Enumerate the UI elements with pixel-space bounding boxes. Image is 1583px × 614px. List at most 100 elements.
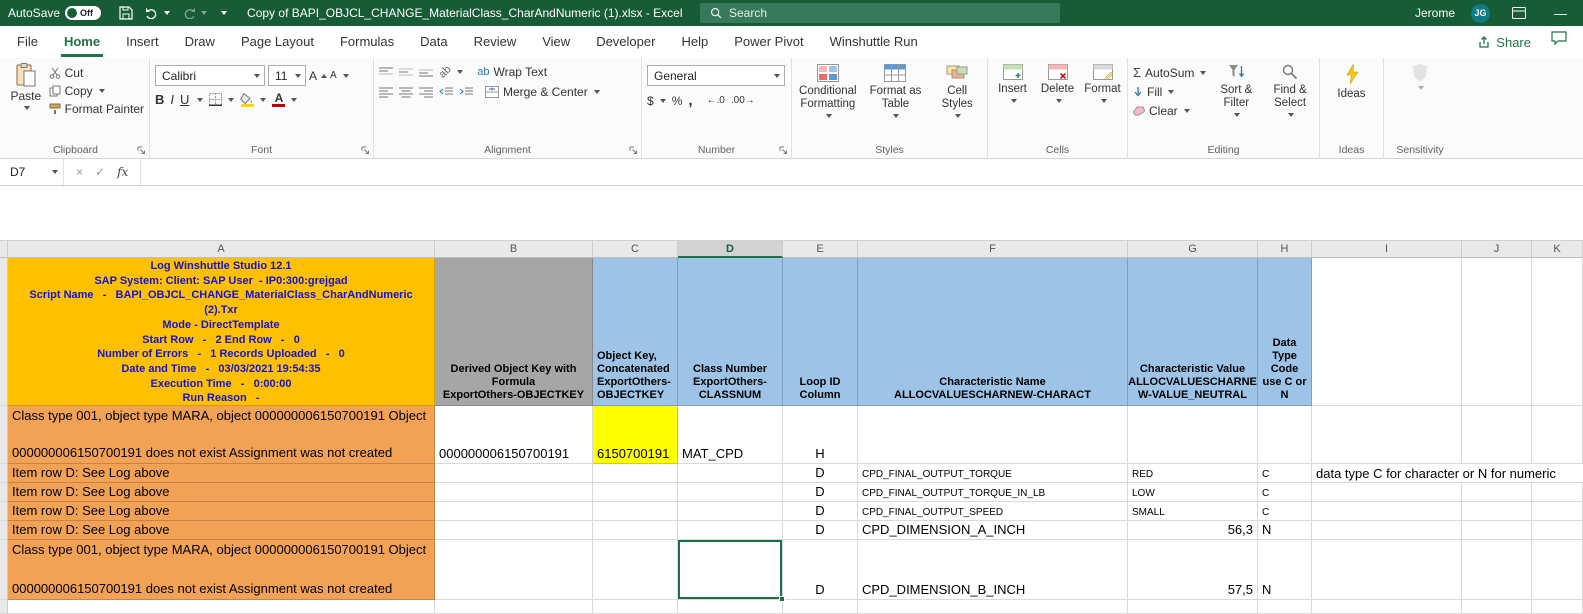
cell-H6[interactable]: N — [1258, 521, 1312, 540]
cell-I8[interactable] — [1312, 600, 1462, 614]
column-header-k[interactable]: K — [1532, 241, 1583, 258]
tab-page-layout[interactable]: Page Layout — [228, 27, 327, 57]
cell-I1[interactable] — [1312, 258, 1462, 406]
name-box[interactable]: D7 — [0, 159, 64, 185]
cell-H3[interactable]: C — [1258, 464, 1312, 483]
column-header-c[interactable]: C — [593, 241, 678, 258]
cell-B4[interactable] — [435, 483, 593, 502]
cell-A3[interactable]: Item row D: See Log above — [8, 464, 435, 483]
tab-help[interactable]: Help — [668, 27, 721, 57]
cell-J4[interactable] — [1462, 483, 1532, 502]
cell-A7-log-message[interactable]: Class type 001, object type MARA, object… — [8, 540, 435, 600]
merge-center-button[interactable]: Merge & Center — [485, 85, 600, 99]
cell-C8[interactable] — [593, 600, 678, 614]
cell-G2[interactable] — [1128, 406, 1258, 464]
cell-H4[interactable]: C — [1258, 483, 1312, 502]
cell-I2[interactable] — [1312, 406, 1462, 464]
cell-I7[interactable] — [1312, 540, 1462, 600]
fill-handle[interactable] — [779, 596, 785, 602]
cell-K7[interactable] — [1532, 540, 1583, 600]
cell-D2[interactable]: MAT_CPD — [678, 406, 783, 464]
cell-J5[interactable] — [1462, 502, 1532, 521]
search-box[interactable] — [700, 3, 1060, 23]
row-header-strip[interactable] — [0, 258, 8, 406]
cell-A6[interactable]: Item row D: See Log above — [8, 521, 435, 540]
underline-button[interactable]: U — [180, 92, 189, 107]
cell-E5[interactable]: D — [783, 502, 858, 521]
cell-C2-highlighted[interactable]: 6150700191 — [593, 406, 678, 464]
cell-B7[interactable] — [435, 540, 593, 600]
cell-E8[interactable] — [783, 600, 858, 614]
cell-B1-header[interactable]: Derived Object Key with Formula ExportOt… — [435, 258, 593, 406]
cell-J7[interactable] — [1462, 540, 1532, 600]
delete-cells-button[interactable]: Delete — [1038, 64, 1077, 103]
cancel-button[interactable]: × — [76, 165, 83, 179]
font-color-button[interactable]: A — [272, 93, 297, 107]
cell-A5[interactable]: Item row D: See Log above — [8, 502, 435, 521]
customize-qat-button[interactable] — [213, 9, 233, 17]
find-select-button[interactable]: Find & Select — [1266, 63, 1314, 118]
column-header-a[interactable]: A — [8, 241, 435, 258]
cell-F3[interactable]: CPD_FINAL_OUTPUT_TORQUE — [858, 464, 1128, 483]
cell-H5[interactable]: C — [1258, 502, 1312, 521]
autosave-switch[interactable]: Off — [65, 6, 101, 20]
cell-F4[interactable]: CPD_FINAL_OUTPUT_TORQUE_IN_LB — [858, 483, 1128, 502]
tab-home[interactable]: Home — [51, 27, 113, 57]
fill-button[interactable]: Fill — [1133, 85, 1206, 99]
sort-filter-button[interactable]: Sort & Filter — [1212, 63, 1260, 118]
tab-file[interactable]: File — [4, 27, 51, 57]
cell-G6[interactable]: 56,3 — [1128, 521, 1258, 540]
row-header-strip[interactable] — [0, 540, 8, 600]
format-as-table-button[interactable]: Format as Table — [865, 64, 927, 118]
bold-button[interactable]: B — [155, 92, 164, 107]
align-right-icon[interactable] — [419, 86, 433, 98]
format-painter-button[interactable]: Format Painter — [49, 102, 144, 116]
align-left-icon[interactable] — [379, 86, 393, 98]
number-dialog-launcher-icon[interactable] — [779, 146, 788, 155]
fill-color-button[interactable] — [240, 93, 266, 107]
cell-A4[interactable]: Item row D: See Log above — [8, 483, 435, 502]
row-header-strip[interactable] — [0, 483, 8, 502]
font-name-combo[interactable]: Calibri — [155, 65, 265, 86]
grow-font-button[interactable]: A — [309, 69, 327, 83]
cell-A1-log-header[interactable]: Log Winshuttle Studio 12.1 SAP System: C… — [8, 258, 435, 406]
cell-G1-header[interactable]: Characteristic Value ALLOCVALUESCHARNE W… — [1128, 258, 1258, 406]
undo-button[interactable] — [139, 5, 176, 21]
paste-button[interactable]: Paste — [7, 63, 45, 116]
cell-H7[interactable]: N — [1258, 540, 1312, 600]
cell-J1[interactable] — [1462, 258, 1532, 406]
tab-review[interactable]: Review — [461, 27, 530, 57]
cell-I5[interactable] — [1312, 502, 1462, 521]
cell-F5[interactable]: CPD_FINAL_OUTPUT_SPEED — [858, 502, 1128, 521]
cell-F8[interactable] — [858, 600, 1128, 614]
cell-B5[interactable] — [435, 502, 593, 521]
copy-button[interactable]: Copy — [49, 84, 144, 98]
cell-E2[interactable]: H — [783, 406, 858, 464]
cell-F6[interactable]: CPD_DIMENSION_A_INCH — [858, 521, 1128, 540]
cell-E4[interactable]: D — [783, 483, 858, 502]
column-header-b[interactable]: B — [435, 241, 593, 258]
cell-H1-header[interactable]: Data Type Code use C or N — [1258, 258, 1312, 406]
increase-decimal-button[interactable]: ←.0 — [707, 95, 725, 106]
borders-button[interactable] — [209, 93, 234, 106]
row-header-strip[interactable] — [0, 502, 8, 521]
cell-J6[interactable] — [1462, 521, 1532, 540]
tab-formulas[interactable]: Formulas — [327, 27, 407, 57]
sensitivity-button[interactable] — [1389, 63, 1451, 90]
cell-F2[interactable] — [858, 406, 1128, 464]
cell-D7-selected[interactable] — [678, 540, 783, 600]
italic-button[interactable]: I — [170, 92, 174, 107]
cell-K1[interactable] — [1532, 258, 1583, 406]
autosum-button[interactable]: Σ AutoSum — [1133, 65, 1206, 80]
format-cells-button[interactable]: Format — [1083, 64, 1122, 103]
cell-D5[interactable] — [678, 502, 783, 521]
font-dialog-launcher-icon[interactable] — [361, 146, 370, 155]
column-header-j[interactable]: J — [1462, 241, 1532, 258]
cell-F1-header[interactable]: Characteristic Name ALLOCVALUESCHARNEW-C… — [858, 258, 1128, 406]
cell-A2-log-message[interactable]: Class type 001, object type MARA, object… — [8, 406, 435, 464]
save-button[interactable] — [113, 4, 139, 22]
cell-H2[interactable] — [1258, 406, 1312, 464]
column-header-d[interactable]: D — [678, 241, 783, 258]
tab-winshuttle-run[interactable]: Winshuttle Run — [817, 27, 931, 57]
cell-C1-header[interactable]: Object Key, Concatenated ExportOthers- O… — [593, 258, 678, 406]
